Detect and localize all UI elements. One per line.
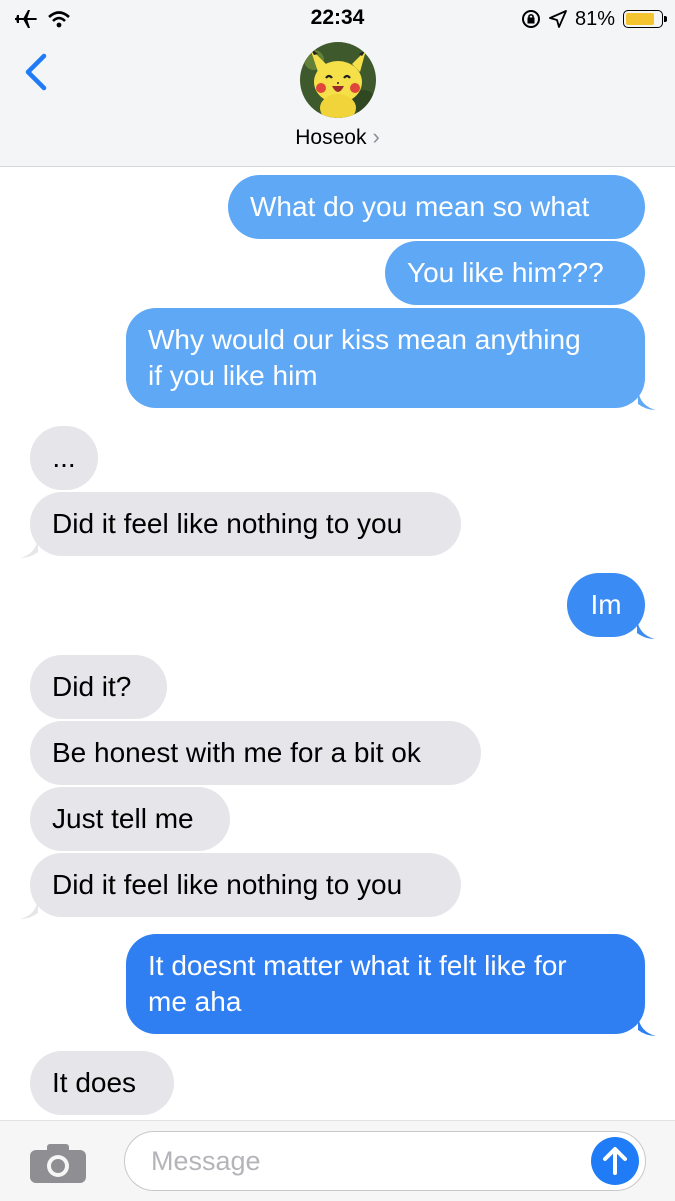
battery-icon — [623, 10, 667, 28]
camera-icon — [30, 1144, 86, 1183]
bubble-tail-sent — [638, 390, 656, 410]
chevron-right-icon: › — [372, 124, 380, 149]
contact-name-button[interactable]: Hoseok › — [0, 124, 675, 150]
bubble-tail-received — [20, 538, 38, 558]
bubble-tail-sent — [638, 1016, 656, 1036]
pikachu-avatar — [300, 42, 376, 118]
message-bubble-received[interactable]: It does — [30, 1051, 174, 1115]
status-bar: 22:34 81% — [0, 0, 675, 38]
input-bar — [0, 1120, 675, 1201]
bubble-tail-received — [20, 899, 38, 919]
message-bubble-sent[interactable]: It doesnt matter what it felt like for m… — [126, 934, 645, 1034]
chevron-left-icon — [25, 53, 47, 91]
message-bubble-sent[interactable]: What do you mean so what — [228, 175, 645, 239]
battery-fill — [626, 13, 654, 25]
message-bubble-received[interactable]: Be honest with me for a bit ok — [30, 721, 481, 785]
send-button[interactable] — [591, 1137, 639, 1185]
contact-avatar[interactable] — [300, 42, 376, 118]
bubble-tail-sent — [637, 619, 655, 639]
message-bubble-received[interactable]: Did it feel like nothing to you — [30, 492, 461, 556]
battery-tip — [664, 16, 667, 22]
message-input[interactable] — [124, 1131, 646, 1191]
conversation-header: 22:34 81% Hoseok › — [0, 0, 675, 167]
message-bubble-received[interactable]: Did it? — [30, 655, 167, 719]
message-bubble-received[interactable]: ... — [30, 426, 98, 490]
camera-button[interactable] — [28, 1141, 88, 1185]
message-bubble-sent[interactable]: You like him??? — [385, 241, 645, 305]
message-bubble-received[interactable]: Did it feel like nothing to you — [30, 853, 461, 917]
message-bubble-sent[interactable]: Why would our kiss mean anything if you … — [126, 308, 645, 408]
status-right: 81% — [521, 7, 667, 31]
battery-percent: 81% — [574, 7, 615, 30]
message-bubble-received[interactable]: Just tell me — [30, 787, 230, 851]
arrow-up-icon — [603, 1147, 627, 1175]
message-list[interactable]: What do you mean so what You like him???… — [0, 167, 675, 1120]
orientation-lock-icon — [521, 10, 540, 28]
location-icon — [549, 10, 567, 28]
contact-name: Hoseok — [295, 126, 367, 149]
message-bubble-sent[interactable]: Im — [567, 573, 645, 637]
back-button[interactable] — [18, 50, 58, 94]
